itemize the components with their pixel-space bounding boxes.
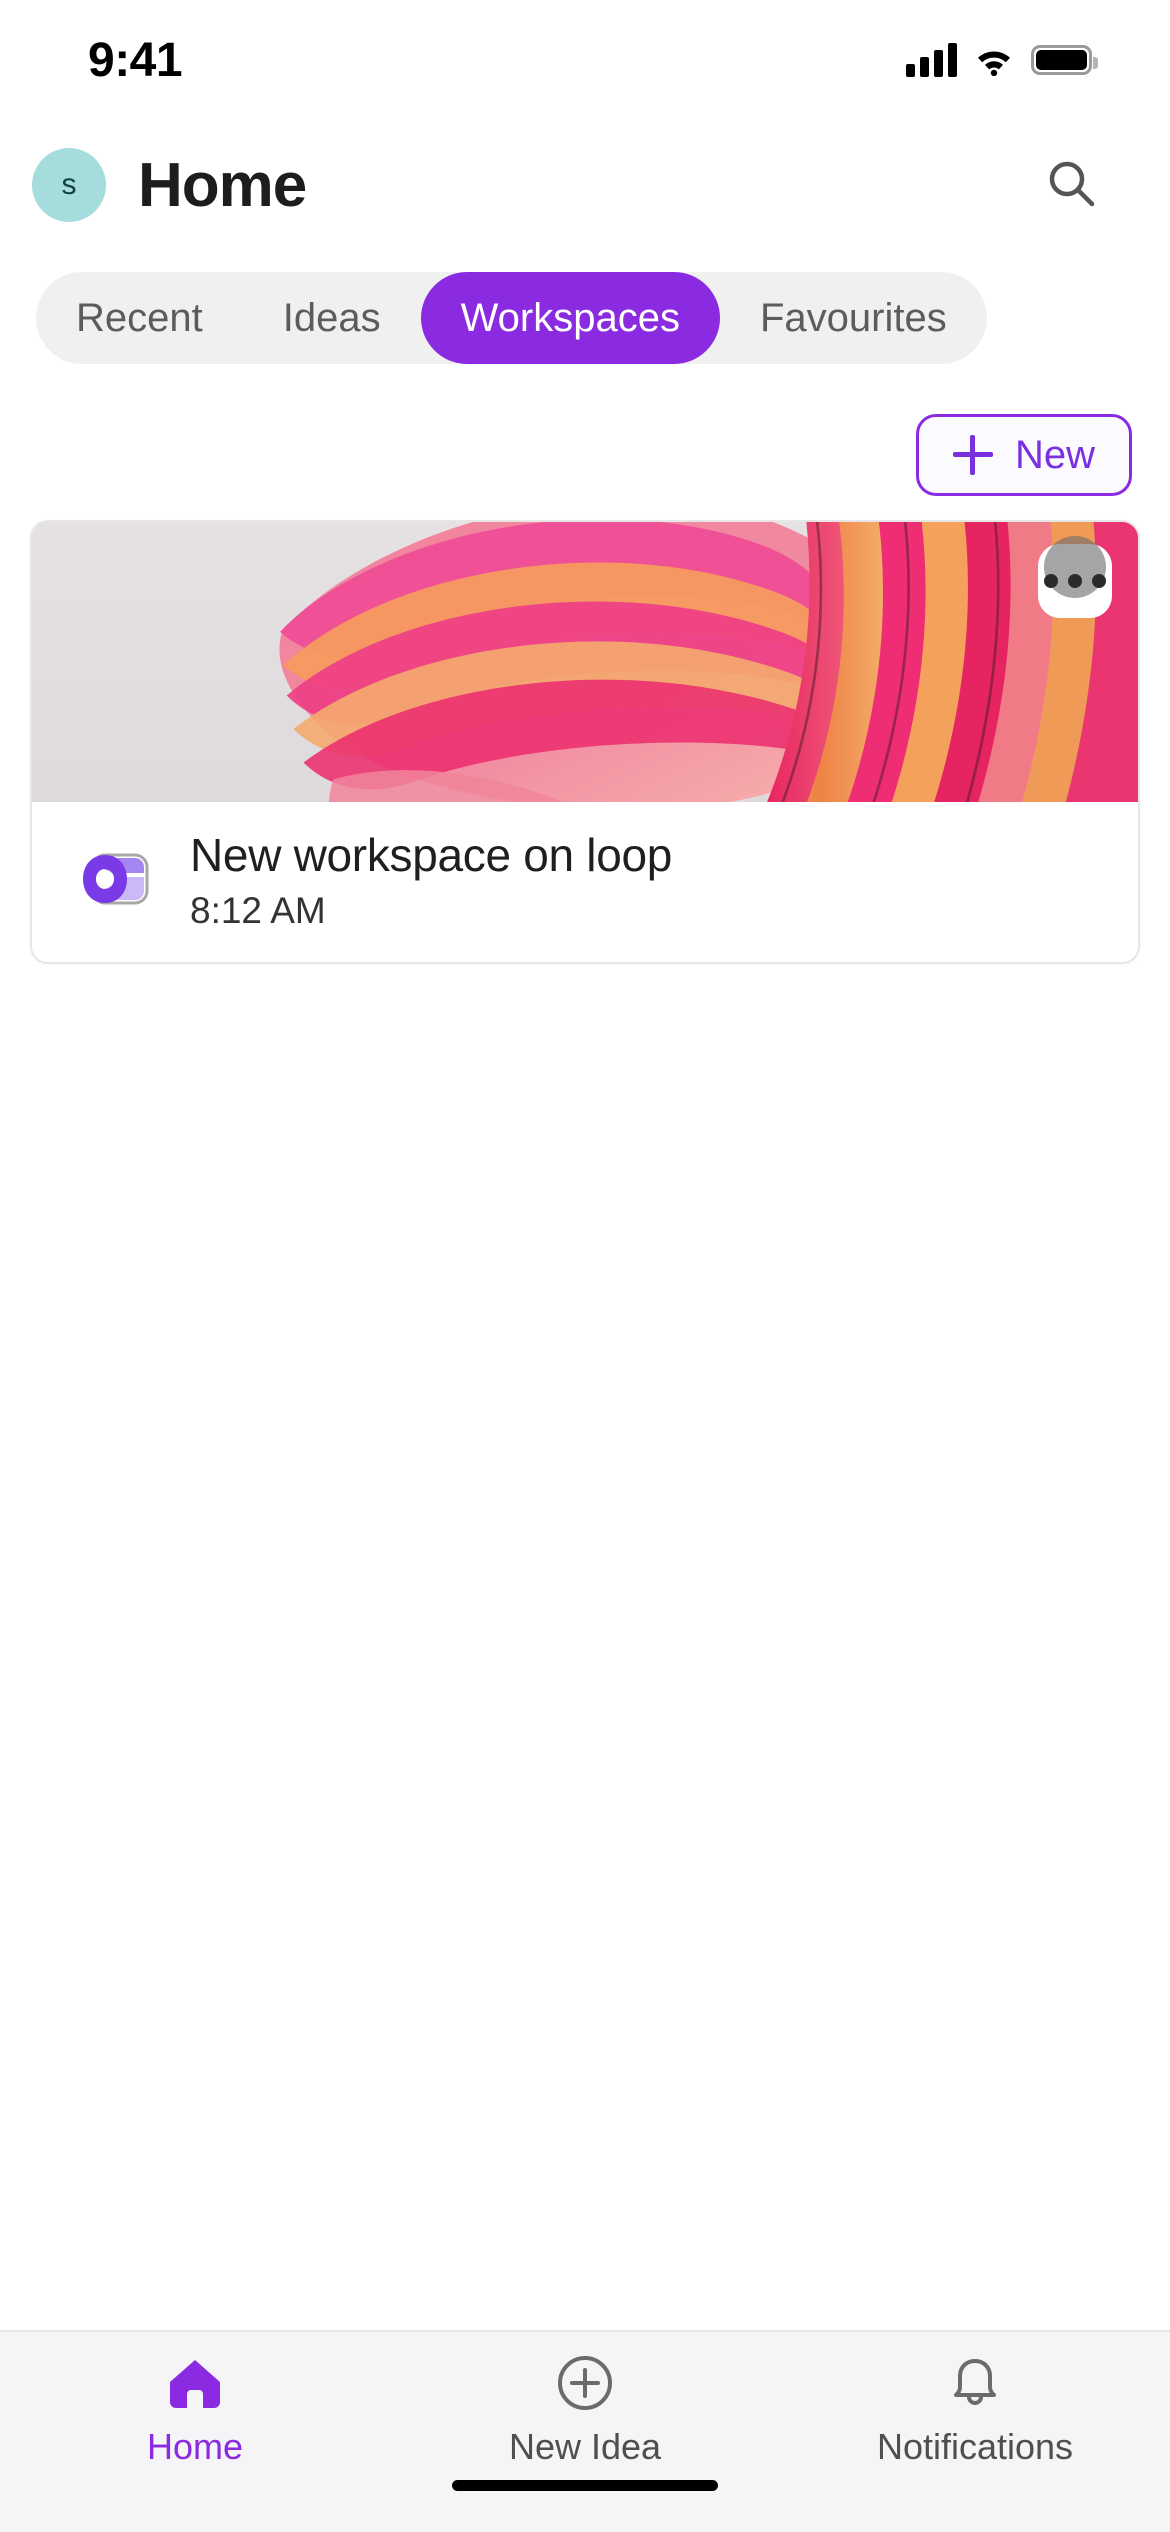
tab-strip[interactable]: Recent Ideas Workspaces Favourites	[0, 250, 1170, 390]
bell-icon	[948, 2354, 1002, 2412]
nav-label-new-idea: New Idea	[508, 2426, 662, 2467]
home-indicator	[0, 2474, 1170, 2532]
plus-icon	[952, 435, 993, 475]
new-button-label: New	[1014, 432, 1095, 477]
workspace-title: New workspace on loop	[190, 829, 673, 881]
microsoft-loop-icon	[83, 853, 149, 905]
new-workspace-button[interactable]: New	[915, 414, 1132, 496]
status-bar-time: 9:41	[88, 33, 183, 87]
signal-bars-icon	[906, 43, 957, 77]
nav-label-notifications: Notifications	[876, 2426, 1074, 2467]
more-dot	[1092, 574, 1106, 588]
home-icon	[166, 2354, 224, 2412]
tab-workspaces[interactable]: Workspaces	[420, 272, 720, 364]
workspace-card-text: New workspace on loop 8:12 AM	[190, 828, 672, 932]
workspace-card-footer: New workspace on loop 8:12 AM	[32, 802, 1138, 962]
workspace-list: New workspace on loop 8:12 AM	[0, 520, 1170, 2330]
app-screen: 9:41 s Home Recent Ideas Workspaces Favo…	[0, 0, 1170, 2532]
bottom-nav-items: Home New Idea Notifications	[0, 2332, 1170, 2474]
tab-list: Recent Ideas Workspaces Favourites	[36, 272, 987, 364]
more-options-button[interactable]	[1038, 536, 1112, 618]
plus-circle-icon	[556, 2354, 614, 2412]
avatar-initial: s	[61, 168, 77, 201]
bottom-navigation: Home New Idea Notifications	[0, 2330, 1170, 2532]
tab-strip-fade	[1050, 272, 1170, 364]
toolbar: New	[0, 390, 1170, 520]
nav-item-new-idea[interactable]: New Idea	[390, 2354, 780, 2468]
search-icon	[1049, 161, 1095, 207]
nav-item-notifications[interactable]: Notifications	[780, 2354, 1170, 2468]
page-title: Home	[138, 150, 307, 220]
workspace-time: 8:12 AM	[190, 890, 326, 931]
status-bar-icons	[906, 43, 1098, 77]
search-button[interactable]	[1036, 149, 1108, 221]
battery-full-icon	[1031, 45, 1098, 75]
abstract-ribbon-artwork	[32, 522, 1138, 802]
more-dot	[1068, 574, 1082, 588]
workspace-card[interactable]: New workspace on loop 8:12 AM	[30, 520, 1140, 964]
avatar[interactable]: s	[32, 148, 106, 222]
nav-label-home: Home	[146, 2426, 244, 2467]
wifi-icon	[978, 51, 1010, 76]
tab-ideas[interactable]: Ideas	[243, 272, 421, 364]
workspace-cover-image	[32, 522, 1138, 802]
tab-recent[interactable]: Recent	[36, 272, 243, 364]
status-bar: 9:41	[0, 0, 1170, 120]
more-dot	[1044, 574, 1058, 588]
app-header: s Home	[0, 120, 1170, 250]
nav-item-home[interactable]: Home	[0, 2354, 390, 2468]
tab-favourites[interactable]: Favourites	[720, 272, 987, 364]
